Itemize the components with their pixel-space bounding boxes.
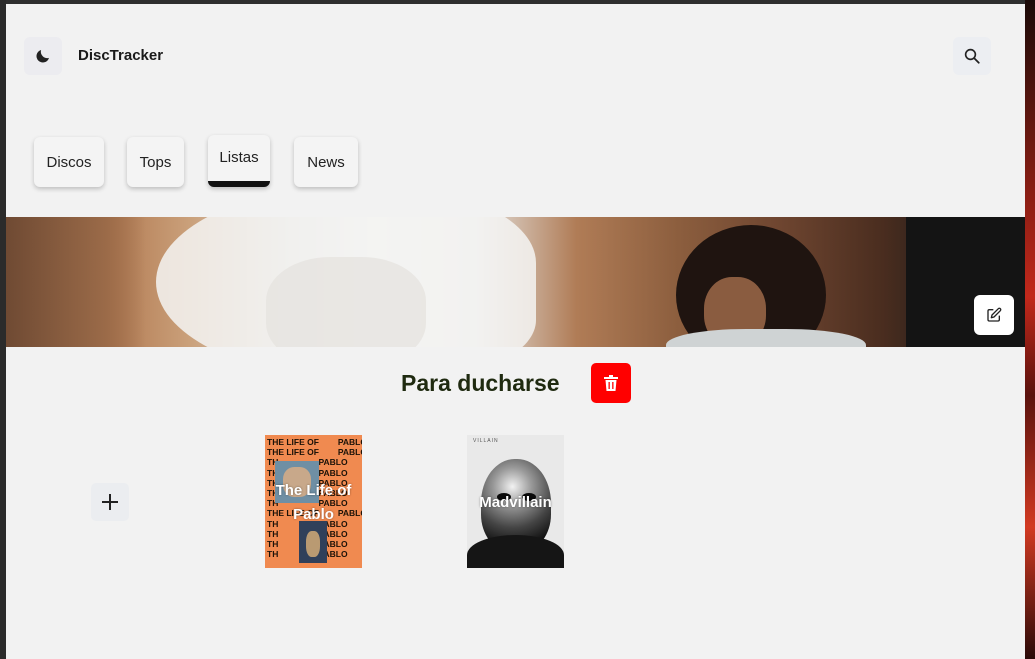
edit-list-button[interactable] (974, 295, 1014, 335)
desktop-background (1025, 0, 1035, 659)
album-card[interactable]: THE LIFE OF PABLO THE LIFE OF PABLO TH P… (265, 435, 362, 568)
trash-icon (604, 375, 618, 391)
list-banner-image (6, 217, 1025, 347)
app-window: DiscTracker Discos Tops Listas News Para… (6, 4, 1025, 659)
plus-icon (102, 494, 118, 510)
album-title: The Life of Pablo (275, 482, 352, 523)
app-title: DiscTracker (78, 47, 164, 64)
search-button[interactable] (953, 37, 991, 75)
add-album-button[interactable] (91, 483, 129, 521)
edit-icon (987, 307, 1002, 322)
list-title: Para ducharse (401, 370, 560, 396)
album-cover-art: VILLAIN (473, 438, 499, 444)
theme-toggle-button[interactable] (24, 37, 62, 75)
album-title: Madvillain (479, 494, 552, 511)
search-icon (964, 48, 980, 64)
moon-icon (36, 50, 49, 63)
tab-discos[interactable]: Discos (34, 137, 104, 187)
tab-listas[interactable]: Listas (208, 135, 270, 187)
delete-list-button[interactable] (591, 363, 631, 403)
tab-tops[interactable]: Tops (127, 137, 184, 187)
tab-news[interactable]: News (294, 137, 358, 187)
album-card[interactable]: VILLAIN Madvillain (467, 435, 564, 568)
